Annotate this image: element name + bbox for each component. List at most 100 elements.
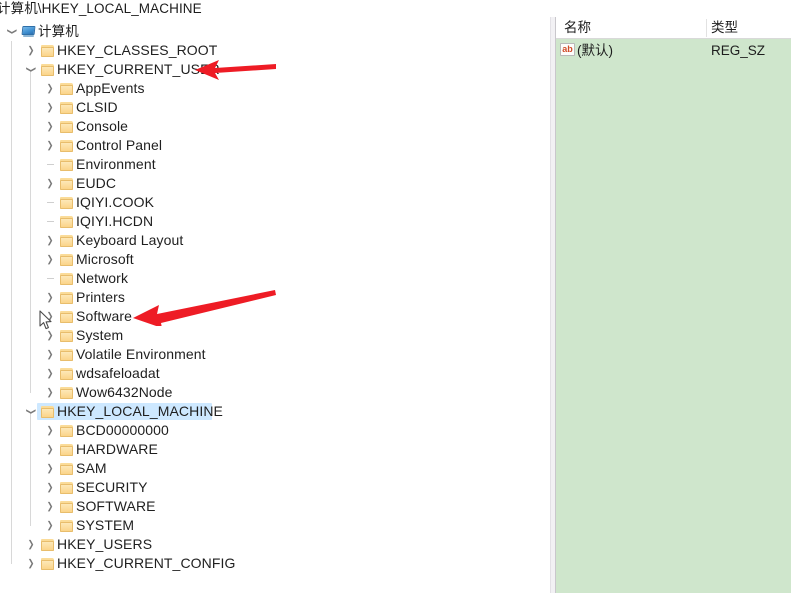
tree-item-label: wdsafeloadat (76, 365, 160, 381)
tree-item-label: Wow6432Node (76, 384, 173, 400)
tree-item-label: SYSTEM (76, 517, 135, 533)
tree-item-keyboard-layout[interactable]: Keyboard Layout (0, 231, 550, 250)
folder-icon (60, 462, 73, 475)
tree-item-label: Console (76, 118, 129, 134)
registry-value-list[interactable]: 名称 类型 ab (默认) REG_SZ (556, 17, 791, 593)
folder-icon (60, 424, 73, 437)
tree-item-system[interactable]: SYSTEM (0, 516, 550, 535)
tree-item-printers[interactable]: Printers (0, 288, 550, 307)
tree-item-label: 计算机 (38, 24, 79, 39)
chevron-right-icon[interactable] (42, 383, 58, 402)
chevron-right-icon[interactable] (42, 307, 58, 326)
tree-item-clsid[interactable]: CLSID (0, 98, 550, 117)
chevron-right-icon[interactable] (42, 478, 58, 497)
tree-item-hkey-local-machine[interactable]: HKEY_LOCAL_MACHINE (0, 402, 550, 421)
tree-item-label: IQIYI.COOK (76, 194, 155, 210)
tree-item-microsoft[interactable]: Microsoft (0, 250, 550, 269)
tree-leaf-connector-icon (42, 212, 58, 231)
chevron-down-icon[interactable] (23, 402, 39, 421)
column-header-type[interactable]: 类型 (711, 17, 738, 38)
tree-item-label: SECURITY (76, 479, 148, 495)
chevron-down-icon[interactable] (4, 22, 20, 41)
tree-item-hkey-users[interactable]: HKEY_USERS (0, 535, 550, 554)
tree-item-volatile-environment[interactable]: Volatile Environment (0, 345, 550, 364)
value-row[interactable]: ab (默认) REG_SZ (556, 40, 791, 61)
folder-icon (60, 158, 73, 171)
folder-icon (60, 234, 73, 247)
chevron-right-icon[interactable] (42, 288, 58, 307)
value-list-header: 名称 类型 (556, 17, 791, 39)
chevron-right-icon[interactable] (42, 250, 58, 269)
chevron-right-icon[interactable] (42, 326, 58, 345)
folder-icon (60, 329, 73, 342)
chevron-right-icon[interactable] (42, 117, 58, 136)
column-header-name[interactable]: 名称 (564, 17, 591, 38)
folder-icon (60, 253, 73, 266)
chevron-right-icon[interactable] (42, 459, 58, 478)
chevron-down-icon[interactable] (23, 60, 39, 79)
tree-item-hkey-current-user[interactable]: HKEY_CURRENT_USER (0, 60, 550, 79)
tree-item-network[interactable]: Network (0, 269, 550, 288)
tree-item-hardware[interactable]: HARDWARE (0, 440, 550, 459)
chevron-right-icon[interactable] (42, 345, 58, 364)
tree-item-software[interactable]: Software (0, 307, 550, 326)
address-path-bar[interactable]: 计算机\HKEY_LOCAL_MACHINE (0, 0, 791, 17)
tree-item-iqiyi-cook[interactable]: IQIYI.COOK (0, 193, 550, 212)
tree-item-console[interactable]: Console (0, 117, 550, 136)
tree-item-label: Software (76, 308, 133, 324)
folder-icon (41, 405, 54, 418)
value-name: (默认) (577, 43, 613, 58)
tree-item-wdsafeloadat[interactable]: wdsafeloadat (0, 364, 550, 383)
folder-icon (60, 310, 73, 323)
chevron-right-icon[interactable] (42, 364, 58, 383)
tree-item-iqiyi-hcdn[interactable]: IQIYI.HCDN (0, 212, 550, 231)
chevron-right-icon[interactable] (42, 98, 58, 117)
tree-item-bcd00000000[interactable]: BCD00000000 (0, 421, 550, 440)
tree-item-hkey-classes-root[interactable]: HKEY_CLASSES_ROOT (0, 41, 550, 60)
tree-item-label: Keyboard Layout (76, 232, 184, 248)
tree-item-control-panel[interactable]: Control Panel (0, 136, 550, 155)
tree-item-计算机[interactable]: 计算机 (0, 22, 550, 41)
string-value-ab-icon: ab (560, 43, 575, 56)
folder-icon (41, 44, 54, 57)
value-type: REG_SZ (711, 43, 766, 58)
tree-item-label: Network (76, 270, 129, 286)
chevron-right-icon[interactable] (42, 516, 58, 535)
folder-icon (60, 82, 73, 95)
tree-item-sam[interactable]: SAM (0, 459, 550, 478)
folder-icon (60, 500, 73, 513)
tree-item-label: System (76, 327, 124, 343)
tree-item-eudc[interactable]: EUDC (0, 174, 550, 193)
chevron-right-icon[interactable] (23, 554, 39, 573)
tree-item-environment[interactable]: Environment (0, 155, 550, 174)
tree-item-label: BCD00000000 (76, 422, 169, 438)
tree-item-label: SOFTWARE (76, 498, 156, 514)
chevron-right-icon[interactable] (23, 535, 39, 554)
folder-icon (60, 348, 73, 361)
tree-item-label: CLSID (76, 99, 118, 115)
chevron-right-icon[interactable] (42, 136, 58, 155)
tree-item-hkey-current-config[interactable]: HKEY_CURRENT_CONFIG (0, 554, 550, 573)
chevron-right-icon[interactable] (42, 421, 58, 440)
tree-item-security[interactable]: SECURITY (0, 478, 550, 497)
chevron-right-icon[interactable] (42, 174, 58, 193)
tree-item-wow6432node[interactable]: Wow6432Node (0, 383, 550, 402)
folder-icon (60, 291, 73, 304)
chevron-right-icon[interactable] (42, 440, 58, 459)
registry-key-tree[interactable]: 计算机 HKEY_CLASSES_ROOT HKEY_CURRENT_USER App… (0, 17, 550, 593)
folder-icon (60, 101, 73, 114)
chevron-right-icon[interactable] (23, 41, 39, 60)
tree-item-label: Volatile Environment (76, 346, 206, 362)
tree-item-appevents[interactable]: AppEvents (0, 79, 550, 98)
folder-icon (60, 272, 73, 285)
tree-item-software[interactable]: SOFTWARE (0, 497, 550, 516)
tree-item-label: HARDWARE (76, 441, 158, 457)
chevron-right-icon[interactable] (42, 79, 58, 98)
tree-item-label: EUDC (76, 175, 117, 191)
chevron-right-icon[interactable] (42, 231, 58, 250)
column-divider[interactable] (706, 19, 707, 37)
chevron-right-icon[interactable] (42, 497, 58, 516)
tree-item-system[interactable]: System (0, 326, 550, 345)
tree-leaf-connector-icon (42, 193, 58, 212)
computer-monitor-icon (21, 25, 36, 38)
